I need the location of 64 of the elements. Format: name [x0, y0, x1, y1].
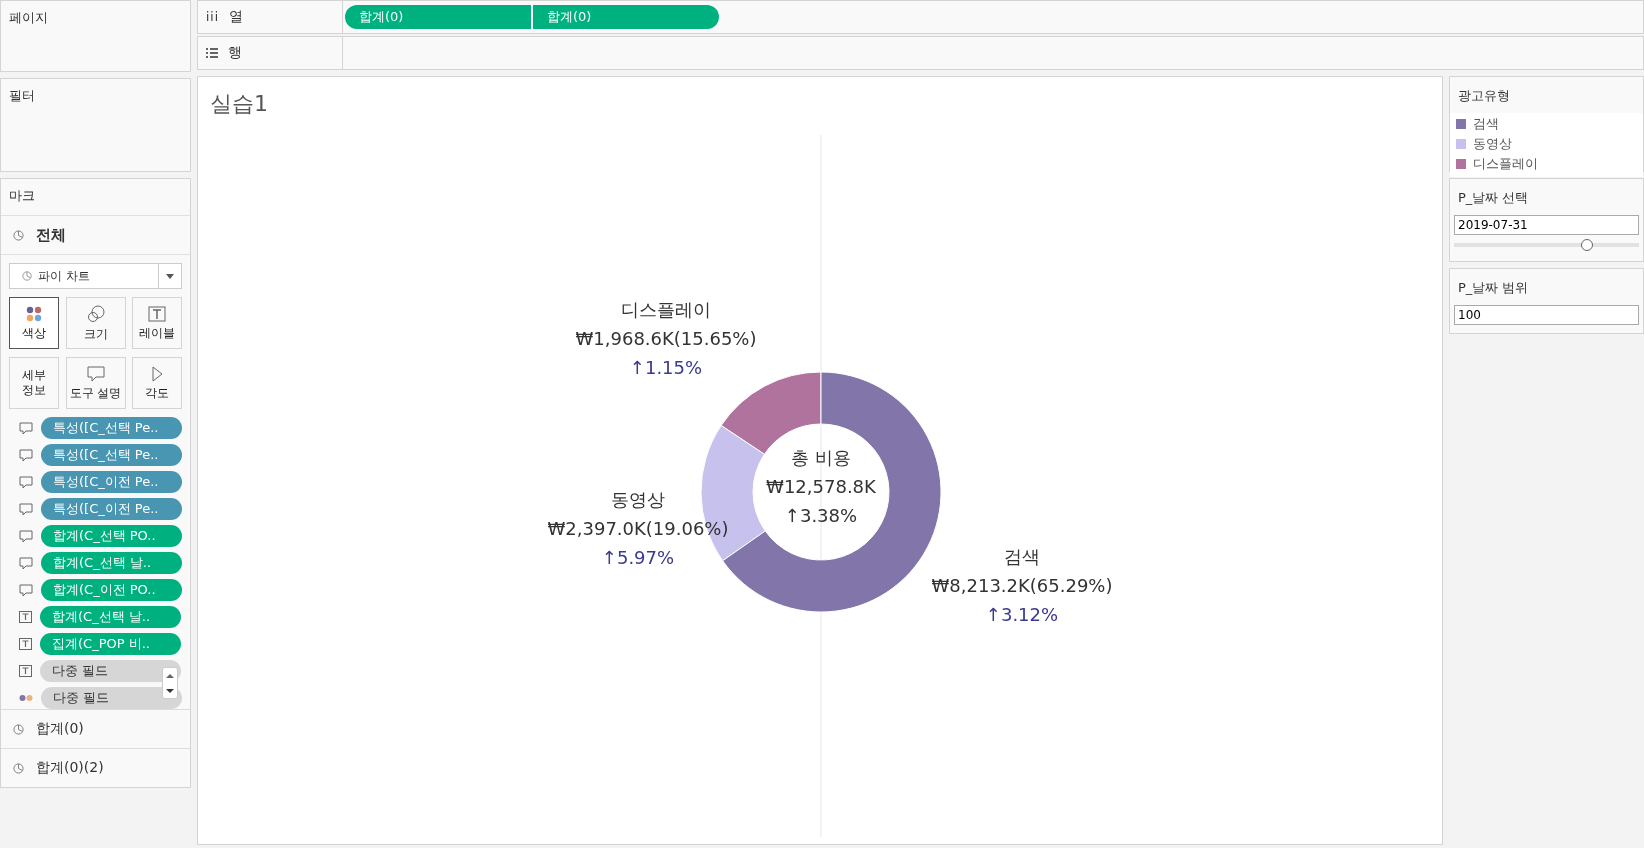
mark-card-button[interactable]: 각도: [132, 357, 182, 409]
caret-icon: [166, 273, 174, 279]
mark-type-dropdown[interactable]: 파이 차트: [9, 263, 182, 289]
slice-change: ↑1.15%: [629, 356, 703, 380]
field-pill[interactable]: 다중 필드: [41, 687, 182, 709]
marks-layer[interactable]: 합계(0): [1, 709, 190, 748]
text-icon: [19, 665, 32, 677]
slice-name: 디스플레이: [621, 298, 711, 322]
speech-bubble-icon: [19, 556, 33, 570]
center-value: ₩12,578.8K: [766, 475, 876, 499]
center-title: 총 비용: [791, 446, 851, 470]
slice-name: 검색: [1004, 545, 1040, 569]
mark-card-button[interactable]: 색상: [9, 297, 59, 349]
input-field[interactable]: 100: [1454, 305, 1639, 325]
panel-title: 마크: [8, 187, 36, 205]
circles-icon: [86, 304, 105, 323]
shelf-label: 행: [228, 44, 242, 62]
field-pill[interactable]: 다중 필드: [40, 660, 181, 682]
mark-card-button[interactable]: 레이블: [132, 297, 182, 349]
down-arrow-icon[interactable]: [165, 687, 175, 694]
slice-change: ↑5.97%: [601, 546, 675, 570]
legend-title: 광고유형: [1457, 87, 1511, 105]
scrollbar[interactable]: [162, 667, 178, 699]
mark-card-button[interactable]: 크기: [65, 297, 126, 349]
pie-icon: [13, 723, 24, 735]
shelf-label: 열: [229, 8, 243, 26]
slice-name: 동영상: [611, 488, 665, 512]
marks-layer[interactable]: 전체: [1, 216, 190, 255]
sheet-title: 실습1: [210, 90, 268, 118]
panel-title: 페이지: [8, 9, 49, 27]
columns-icon: iii: [206, 10, 219, 24]
pie-icon: [13, 762, 24, 774]
speech-bubble-icon: [19, 583, 33, 597]
dots-icon: [26, 305, 42, 322]
mark-card-button[interactable]: 도구 설명: [65, 357, 126, 409]
slice-value: ₩1,968.6K(15.65%): [575, 327, 757, 351]
triangle-icon: [150, 365, 164, 382]
speech-bubble-icon: [86, 365, 105, 382]
center-change: ↑3.38%: [784, 504, 858, 528]
parameter-title: P_날짜 선택: [1457, 189, 1530, 207]
speech-bubble-icon: [19, 475, 33, 489]
slice-change: ↑3.12%: [985, 603, 1059, 627]
pie-icon: [13, 229, 24, 241]
text-icon: [19, 638, 32, 650]
legend-label[interactable]: 동영상: [1473, 135, 1512, 153]
text-icon: [148, 305, 166, 322]
panel-title: 필터: [8, 87, 36, 105]
speech-bubble-icon: [19, 529, 33, 543]
pie-icon: [22, 271, 32, 281]
slice-value: ₩2,397.0K(19.06%): [547, 517, 729, 541]
up-arrow-icon[interactable]: [165, 672, 175, 679]
speech-bubble-icon: [19, 502, 33, 516]
mark-card-button[interactable]: 세부 정보: [9, 357, 59, 409]
marks-layer[interactable]: 합계(0)(2): [1, 748, 190, 787]
list-icon: [206, 48, 218, 58]
speech-bubble-icon: [19, 421, 33, 435]
speech-bubble-icon: [19, 448, 33, 462]
text-icon: [19, 611, 32, 623]
legend-label[interactable]: 디스플레이: [1473, 155, 1538, 173]
slice-value: ₩8,213.2K(65.29%): [931, 574, 1113, 598]
dots-icon: [19, 694, 33, 702]
legend-label[interactable]: 검색: [1473, 115, 1499, 133]
parameter-title: P_날짜 범위: [1457, 279, 1530, 297]
input-field[interactable]: 2019-07-31: [1454, 215, 1639, 235]
